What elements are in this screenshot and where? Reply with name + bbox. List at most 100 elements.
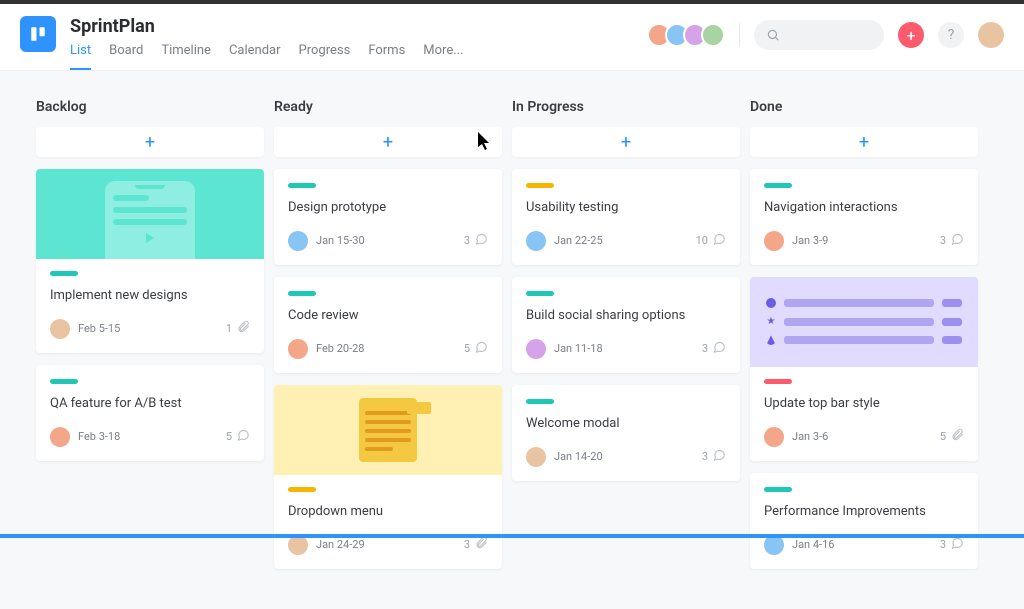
card-title: Welcome modal [526,416,726,433]
card-meta: Feb 3-185 [50,427,250,447]
card-label-stripe [764,183,792,188]
tab-timeline[interactable]: Timeline [161,43,211,70]
task-card[interactable]: QA feature for A/B test Feb 3-185 [36,365,264,461]
card-cover: ★ [750,277,978,367]
assignee-avatar [764,231,784,251]
card-title: Performance Improvements [764,504,964,521]
card-meta: Feb 5-151 [50,319,250,339]
card-label-stripe [526,291,554,296]
add-card-button[interactable]: + [750,127,978,157]
comment-icon [950,231,964,250]
title-block: SprintPlan List Board Timeline Calendar … [70,16,653,70]
card-cover [36,169,264,259]
comment-icon [712,447,726,466]
card-count: 10 [696,234,708,247]
app-logo[interactable] [20,16,56,52]
assignee-avatar [288,231,308,251]
assignee-avatar [288,339,308,359]
assignee-avatar [526,339,546,359]
help-button[interactable]: ? [938,22,964,48]
tab-progress[interactable]: Progress [299,43,351,70]
card-title: QA feature for A/B test [50,396,250,413]
card-title: Usability testing [526,200,726,217]
add-button[interactable]: + [898,22,924,48]
task-card[interactable]: Usability testing Jan 22-2510 [512,169,740,265]
card-title: Update top bar style [764,396,964,413]
card-date: Jan 15-30 [316,234,464,247]
user-avatar[interactable] [978,22,1004,48]
task-card[interactable]: Build social sharing options Jan 11-183 [512,277,740,373]
card-label-stripe [50,379,78,384]
board-column: In Progress + Usability testing Jan 22-2510… [512,99,740,581]
tab-more[interactable]: More... [423,43,463,70]
comment-icon [474,231,488,250]
card-count: 1 [226,322,232,335]
kanban-board: Backlog+Implement new designsFeb 5-151QA… [0,71,1024,609]
card-date: Jan 22-25 [554,234,696,247]
task-card[interactable]: Performance ImprovementsJan 4-163 [750,473,978,569]
column-title: Ready [274,99,502,115]
comment-icon [950,535,964,554]
card-count: 5 [940,430,946,443]
assignee-avatar [50,427,70,447]
task-card[interactable]: ★ Update top bar style Jan 3-65 [750,277,978,461]
member-avatars[interactable] [653,23,725,47]
comment-icon [712,339,726,358]
assignee-avatar [764,427,784,447]
comment-icon [712,231,726,250]
add-card-button[interactable]: + [274,127,502,157]
card-label-stripe [526,399,554,404]
card-meta: Feb 20-285 [288,339,488,359]
task-card[interactable]: Design prototypeJan 15-303 [274,169,502,265]
card-label-stripe [50,271,78,276]
app-title: SprintPlan [70,16,653,37]
search-input[interactable] [754,20,884,50]
tab-calendar[interactable]: Calendar [229,43,281,70]
tab-list[interactable]: List [70,43,91,70]
card-meta: Jan 3-65 [764,427,964,447]
divider [739,23,740,47]
tab-forms[interactable]: Forms [368,43,405,70]
card-count: 3 [940,234,946,247]
add-card-button[interactable]: + [512,127,740,157]
task-card[interactable]: Implement new designs Feb 5-151 [36,169,264,353]
card-date: Jan 14-20 [554,450,702,463]
card-label-stripe [288,487,316,492]
card-meta: Jan 3-93 [764,231,964,251]
column-title: In Progress [512,99,740,115]
attachment-icon [236,319,250,338]
card-date: Jan 4-16 [792,538,940,551]
card-count: 3 [464,234,470,247]
card-cover [274,385,502,475]
comment-icon [236,427,250,446]
avatar [701,23,725,47]
card-count: 5 [464,342,470,355]
card-date: Jan 11-18 [554,342,702,355]
card-count: 3 [702,450,708,463]
card-label-stripe [764,487,792,492]
card-count: 3 [702,342,708,355]
card-title: Implement new designs [50,288,250,305]
card-count: 5 [226,430,232,443]
assignee-avatar [526,231,546,251]
view-tabs: List Board Timeline Calendar Progress Fo… [70,43,653,70]
card-count: 3 [464,538,470,551]
card-label-stripe [288,291,316,296]
app-header: SprintPlan List Board Timeline Calendar … [0,4,1024,71]
card-title: Navigation interactions [764,200,964,217]
comment-icon [474,339,488,358]
tab-board[interactable]: Board [109,43,143,70]
task-card[interactable]: Navigation interactions Jan 3-93 [750,169,978,265]
board-icon [29,25,47,43]
card-title: Build social sharing options [526,308,726,325]
task-card[interactable]: Welcome modal Jan 14-203 [512,385,740,481]
task-card[interactable]: Dropdown menuJan 24-293 [274,385,502,569]
card-date: Feb 20-28 [316,342,464,355]
search-icon [766,28,780,42]
task-card[interactable]: Code reviewFeb 20-285 [274,277,502,373]
attachment-icon [474,535,488,554]
card-meta: Jan 15-303 [288,231,488,251]
card-label-stripe [288,183,316,188]
add-card-button[interactable]: + [36,127,264,157]
card-date: Feb 5-15 [78,322,226,335]
